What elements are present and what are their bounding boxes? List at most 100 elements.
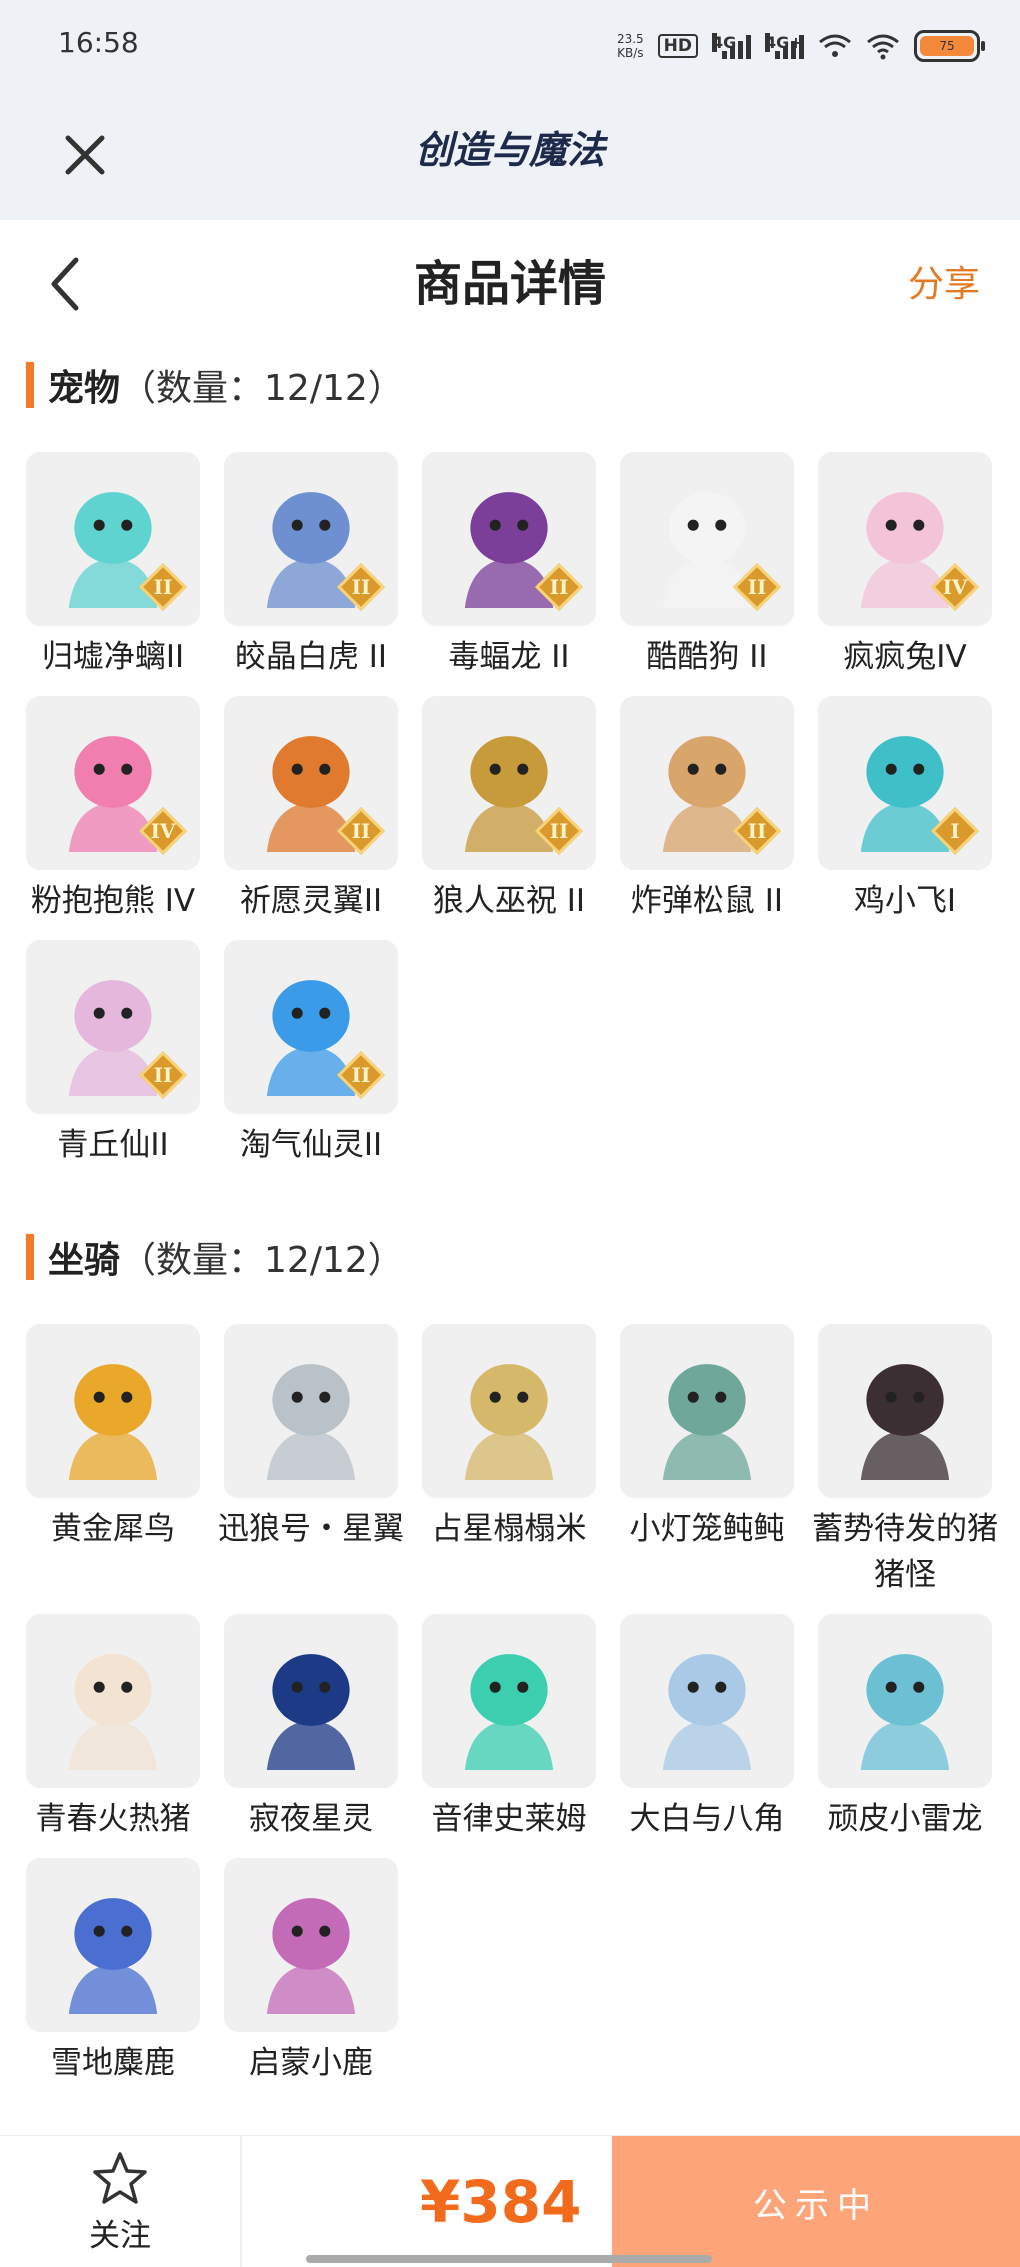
mount-name: 迅狼号・星翼 [218, 1511, 404, 1547]
pet-name: 毒蝠龙 II [448, 639, 570, 675]
pet-name: 狼人巫祝 II [432, 883, 586, 919]
mount-card[interactable]: 雪地麋鹿 [26, 1858, 200, 2086]
pet-name: 疯疯兔IV [843, 639, 967, 675]
hd-badge: HD [657, 34, 698, 58]
tier-badge-text: II [549, 819, 569, 843]
mounts-section-title: 坐骑 [48, 1240, 121, 1281]
battery-level: 75 [920, 36, 974, 56]
pet-card[interactable]: IV 疯疯兔IV [818, 452, 992, 680]
mount-thumbnail [620, 1324, 794, 1498]
mount-card[interactable]: 青春火热猪 [26, 1614, 200, 1842]
mount-card[interactable]: 音律史莱姆 [422, 1614, 596, 1842]
mounts-section-count: （数量：12/12） [120, 1240, 404, 1281]
tier-badge: II [336, 562, 386, 612]
mount-image [464, 1364, 554, 1480]
app-header: 创造与魔法 [0, 90, 1020, 220]
mount-thumbnail [818, 1614, 992, 1788]
mount-name: 寂夜星灵 [249, 1801, 373, 1837]
section-accent [26, 1234, 34, 1280]
price: ¥384 [420, 2168, 582, 2236]
pet-card[interactable]: I 鸡小飞I [818, 696, 992, 924]
pet-card[interactable]: IV 粉抱抱熊 IV [26, 696, 200, 924]
net-speed-value: 23.5 [616, 32, 644, 46]
follow-button[interactable]: 关注 [0, 2136, 242, 2267]
mount-thumbnail [620, 1614, 794, 1788]
tier-badge-text: II [351, 1063, 371, 1087]
net-speed-unit: KB/s [617, 46, 644, 60]
pet-thumbnail: II [422, 452, 596, 626]
home-indicator [306, 2255, 712, 2263]
mount-image [68, 1898, 158, 2014]
mount-card[interactable]: 黄金犀鸟 [26, 1324, 200, 1598]
mount-card[interactable]: 小灯笼鲀鲀 [620, 1324, 794, 1598]
mount-image [860, 1364, 950, 1480]
status-time: 16:58 [58, 26, 139, 59]
tier-badge-text: II [747, 819, 767, 843]
mount-thumbnail [26, 1858, 200, 2032]
pet-card[interactable]: II 归墟净螭II [26, 452, 200, 680]
tier-badge-text: I [950, 819, 960, 843]
mount-thumbnail [422, 1614, 596, 1788]
pets-section-title: 宠物 [48, 368, 121, 409]
pet-thumbnail: I [818, 696, 992, 870]
pet-name: 炸弹松鼠 II [630, 883, 784, 919]
pet-name: 归墟净螭II [41, 639, 185, 675]
pet-name: 粉抱抱熊 IV [30, 883, 196, 919]
mount-image [662, 1654, 752, 1770]
tier-badge: II [534, 562, 584, 612]
mount-thumbnail [422, 1324, 596, 1498]
mount-name: 启蒙小鹿 [249, 2045, 373, 2081]
pet-card[interactable]: II 酷酷狗 II [620, 452, 794, 680]
star-icon [93, 2151, 147, 2204]
app-title: 创造与魔法 [414, 127, 605, 172]
follow-label: 关注 [89, 2217, 151, 2254]
signal-4g-plus-icon: 4G+ [765, 33, 804, 59]
pet-card[interactable]: II 毒蝠龙 II [422, 452, 596, 680]
mounts-section-header: 坐骑 （数量：12/12） [26, 1232, 404, 1282]
pet-thumbnail: IV [26, 696, 200, 870]
mount-name: 小灯笼鲀鲀 [629, 1511, 785, 1547]
tier-badge-text: II [351, 819, 371, 843]
signal-4g-icon: 4G [712, 33, 751, 59]
share-button[interactable]: 分享 [908, 262, 980, 308]
pet-thumbnail: II [224, 452, 398, 626]
bottom-bar: 关注 ¥384 公示中 [0, 2135, 1020, 2267]
section-accent [26, 362, 34, 408]
mount-name: 大白与八角 [629, 1801, 785, 1837]
tier-badge: II [336, 806, 386, 856]
publicity-status-button[interactable]: 公示中 [612, 2136, 1020, 2267]
tier-badge: IV [930, 562, 980, 612]
mount-card[interactable]: 顽皮小雷龙 [818, 1614, 992, 1842]
pet-name: 淘气仙灵II [239, 1127, 383, 1163]
mount-image [662, 1364, 752, 1480]
tier-badge-text: II [549, 575, 569, 599]
status-bar: 16:58 23.5 KB/s HD 4G 4G+ 75 [0, 0, 1020, 90]
mount-card[interactable]: 大白与八角 [620, 1614, 794, 1842]
pet-card[interactable]: II 炸弹松鼠 II [620, 696, 794, 924]
tier-badge: II [732, 806, 782, 856]
mount-card[interactable]: 占星榻榻米 [422, 1324, 596, 1598]
tier-badge-text: IV [150, 819, 176, 843]
mount-thumbnail [26, 1614, 200, 1788]
tier-badge-text: II [351, 575, 371, 599]
signal-4g-plus-label: 4G+ [765, 33, 803, 52]
status-icons: 23.5 KB/s HD 4G 4G+ 75 [616, 24, 985, 68]
mount-card[interactable]: 启蒙小鹿 [224, 1858, 398, 2086]
mount-thumbnail [26, 1324, 200, 1498]
mount-card[interactable]: 迅狼号・星翼 [218, 1324, 404, 1598]
pet-card[interactable]: II 淘气仙灵II [224, 940, 398, 1168]
tier-badge: IV [138, 806, 188, 856]
tier-badge-text: II [747, 575, 767, 599]
mount-image [464, 1654, 554, 1770]
pet-card[interactable]: II 皎晶白虎 II [224, 452, 398, 680]
pet-thumbnail: II [26, 452, 200, 626]
mount-card[interactable]: 蓄势待发的猪猪怪 [812, 1324, 998, 1598]
pet-card[interactable]: II 祈愿灵翼II [224, 696, 398, 924]
mount-name: 蓄势待发的猪猪怪 [812, 1511, 998, 1593]
tier-badge: II [534, 806, 584, 856]
mount-card[interactable]: 寂夜星灵 [224, 1614, 398, 1842]
pets-grid: II 归墟净螭II II 皎晶白虎 II II 毒蝠龙 II II 酷酷狗 II IV 疯疯兔IV… [26, 452, 996, 1168]
pet-card[interactable]: II 狼人巫祝 II [422, 696, 596, 924]
pet-card[interactable]: II 青丘仙II [26, 940, 200, 1168]
signal-4g-label: 4G [712, 33, 737, 52]
